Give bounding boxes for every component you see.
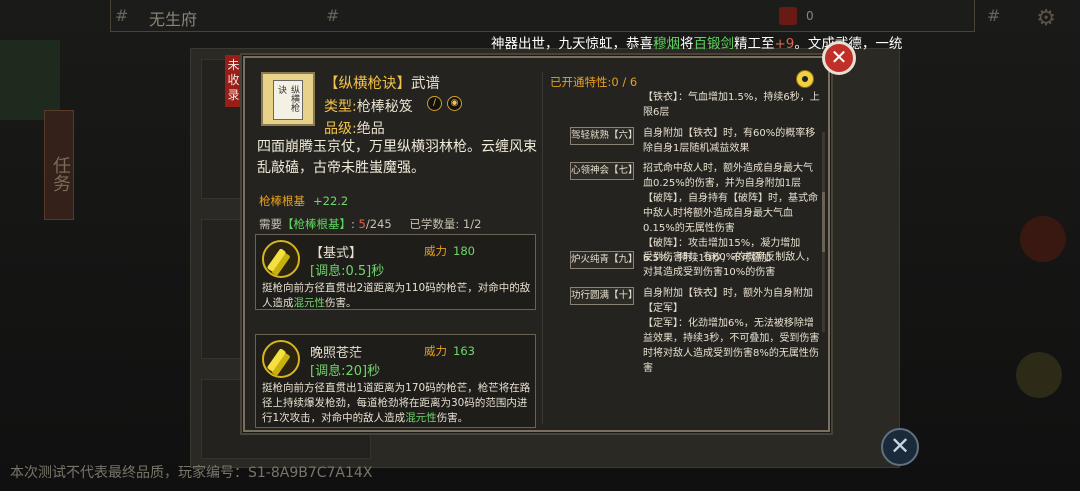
power-value: 163	[453, 344, 475, 358]
book-cover: 纵横枪诀	[273, 80, 303, 120]
move-cooldown: [调息:0.5]秒	[310, 260, 384, 279]
event-icon[interactable]	[1020, 216, 1066, 262]
cd-suffix: ]秒	[366, 264, 385, 279]
need-current: 5	[358, 217, 366, 231]
desc-highlight: 混元性	[405, 412, 437, 424]
close-icon[interactable]: ✕	[881, 428, 919, 466]
move-cooldown: [调息:20]秒	[310, 360, 380, 379]
gear-icon[interactable]: ⚙	[1036, 6, 1056, 31]
power-label: 威力	[424, 244, 447, 258]
trait-text: 受到伤害时，有60%的概率反制敌人，对其造成受到伤害10%的伤害	[643, 252, 816, 278]
left-panel	[0, 40, 60, 120]
skill-type-row: 类型:枪棒秘笈	[324, 96, 413, 116]
move-description: 挺枪向前方径直贯出1道距离为170码的枪芒，枪芒将在路径上持续爆发枪劲，每道枪劲…	[262, 381, 534, 426]
cd-suffix: ]秒	[362, 364, 381, 379]
desc-end: 伤害。	[325, 297, 357, 309]
announce-level: +9	[774, 36, 795, 52]
need-root: 【枪棒根基】	[282, 217, 351, 231]
requirement-row: 需要【枪棒根基】: 5/245 已学数量: 1/2	[259, 216, 481, 232]
skill-title: 【纵横枪诀】武谱	[324, 72, 440, 93]
spear-icon: /	[427, 96, 442, 111]
type-value: 枪棒秘笈	[356, 99, 413, 115]
skill-kind: 武谱	[411, 76, 440, 92]
move-title: 【基式】	[310, 246, 363, 261]
need-colon: :	[351, 217, 355, 231]
move-power: 威力 180	[424, 243, 475, 259]
spear-icon	[262, 340, 300, 378]
cd-prefix: [调息:	[310, 264, 346, 279]
spear-icon	[262, 240, 300, 278]
desc-text: 挺枪向前方径直贯出1道距离为170码的枪芒，枪芒将在路径上持续爆发枪劲，每道枪劲…	[262, 382, 531, 424]
learned-label: 已学数量:	[409, 217, 460, 231]
skill-book-icon: 纵横枪诀	[261, 72, 315, 126]
trait-text: 自身附加【铁衣】时，额外为自身附加【定军】 【定军】：化劲增加6%，无法被移除增…	[643, 288, 820, 374]
skill-poem: 四面崩腾玉京仗，万里纵横羽林枪。云缠风束乱敲磕，古帝未胜蚩魔强。	[257, 139, 537, 176]
uncollected-tag: 未收录	[225, 55, 242, 107]
cd-value: 20	[345, 364, 362, 379]
hash-icon: #	[326, 6, 340, 25]
announce-player: 穆烟	[653, 36, 680, 52]
quest-tab[interactable]: 任务	[44, 110, 74, 220]
trait-button-6[interactable]: 驾轻就熟【六】	[570, 127, 638, 145]
scroll-thumb[interactable]	[822, 192, 825, 252]
hash-icon: #	[115, 6, 129, 25]
cd-value: 0.5	[345, 264, 367, 279]
trait-button-9[interactable]: 炉火纯青【九】	[570, 251, 638, 269]
city-name: 无生府	[149, 10, 198, 29]
announce-mid: 将	[680, 36, 694, 52]
skill-grade-row: 品级:绝品	[324, 118, 385, 138]
trait-button-7[interactable]: 心领神会【七】	[570, 162, 638, 180]
trait-text: 自身附加【铁衣】时，有60%的概率移除自身1层随机减益效果	[643, 128, 816, 154]
move-description: 挺枪向前方径直贯出2道距离为110码的枪芒，对命中的敌人造成混元性伤害。	[262, 281, 534, 311]
move-card-basic[interactable]: 【基式】 威力 180 [调息:0.5]秒 挺枪向前方径直贯出2道距离为110码的…	[255, 234, 536, 310]
announce-mid2: 精工至	[734, 36, 775, 52]
trait-text: 【铁衣】：气血增加1.5%，持续6秒，上限6层	[643, 92, 820, 118]
hash-icon: #	[987, 6, 1001, 25]
skill-name: 【纵横枪诀】	[324, 76, 411, 92]
power-label: 威力	[424, 344, 447, 358]
element-icon: ◉	[447, 96, 462, 111]
column-divider	[542, 72, 543, 424]
move-card-evening[interactable]: 晚照苍茫 威力 163 [调息:20]秒 挺枪向前方径直贯出1道距离为170码的枪…	[255, 334, 536, 428]
desc-highlight: 混元性	[293, 297, 326, 309]
desc-end: 伤害。	[436, 412, 469, 424]
move-power: 威力 163	[424, 343, 475, 359]
announce-prefix: 神器出世，九天惊虹，恭喜	[491, 36, 653, 52]
power-value: 180	[453, 244, 475, 258]
grade-value: 绝品	[356, 121, 385, 137]
close-icon[interactable]: ✕	[822, 41, 856, 75]
trait-button-10[interactable]: 功行圆满【十】	[570, 287, 638, 305]
need-prefix: 需要	[259, 217, 282, 231]
test-notice: 本次测试不代表最终品质，玩家编号：S1-8A9B7C7A14X	[10, 465, 373, 481]
grade-label: 品级:	[324, 121, 357, 137]
book-spine-text: 纵横枪诀	[276, 85, 299, 112]
announce-item: 百锻剑	[693, 36, 735, 52]
red-bag-icon[interactable]	[779, 7, 797, 25]
need-total: /245	[365, 217, 392, 231]
top-bar: # 无生府 # 0 #	[110, 0, 1000, 32]
traits-header: 已开通特性:0 / 6	[550, 75, 638, 89]
event-icon[interactable]	[1016, 352, 1062, 398]
skill-detail-dialog: 纵横枪诀 【纵横枪诀】武谱 类型:枪棒秘笈 / ◉ 品级:绝品 四面崩腾玉京仗，…	[243, 56, 830, 432]
type-label: 类型:	[324, 99, 357, 115]
move-title: 晚照苍茫	[310, 346, 363, 361]
root-bonus: 枪棒根基 +22.2	[259, 193, 348, 209]
learned-value: 1/2	[462, 217, 482, 231]
eye-icon[interactable]	[796, 70, 814, 88]
cd-prefix: [调息:	[310, 364, 346, 379]
root-bonus-label: 枪棒根基	[259, 194, 305, 208]
traits-scrollbar[interactable]	[822, 132, 825, 332]
root-bonus-value: +22.2	[313, 194, 349, 208]
bag-count: 0	[806, 9, 814, 23]
